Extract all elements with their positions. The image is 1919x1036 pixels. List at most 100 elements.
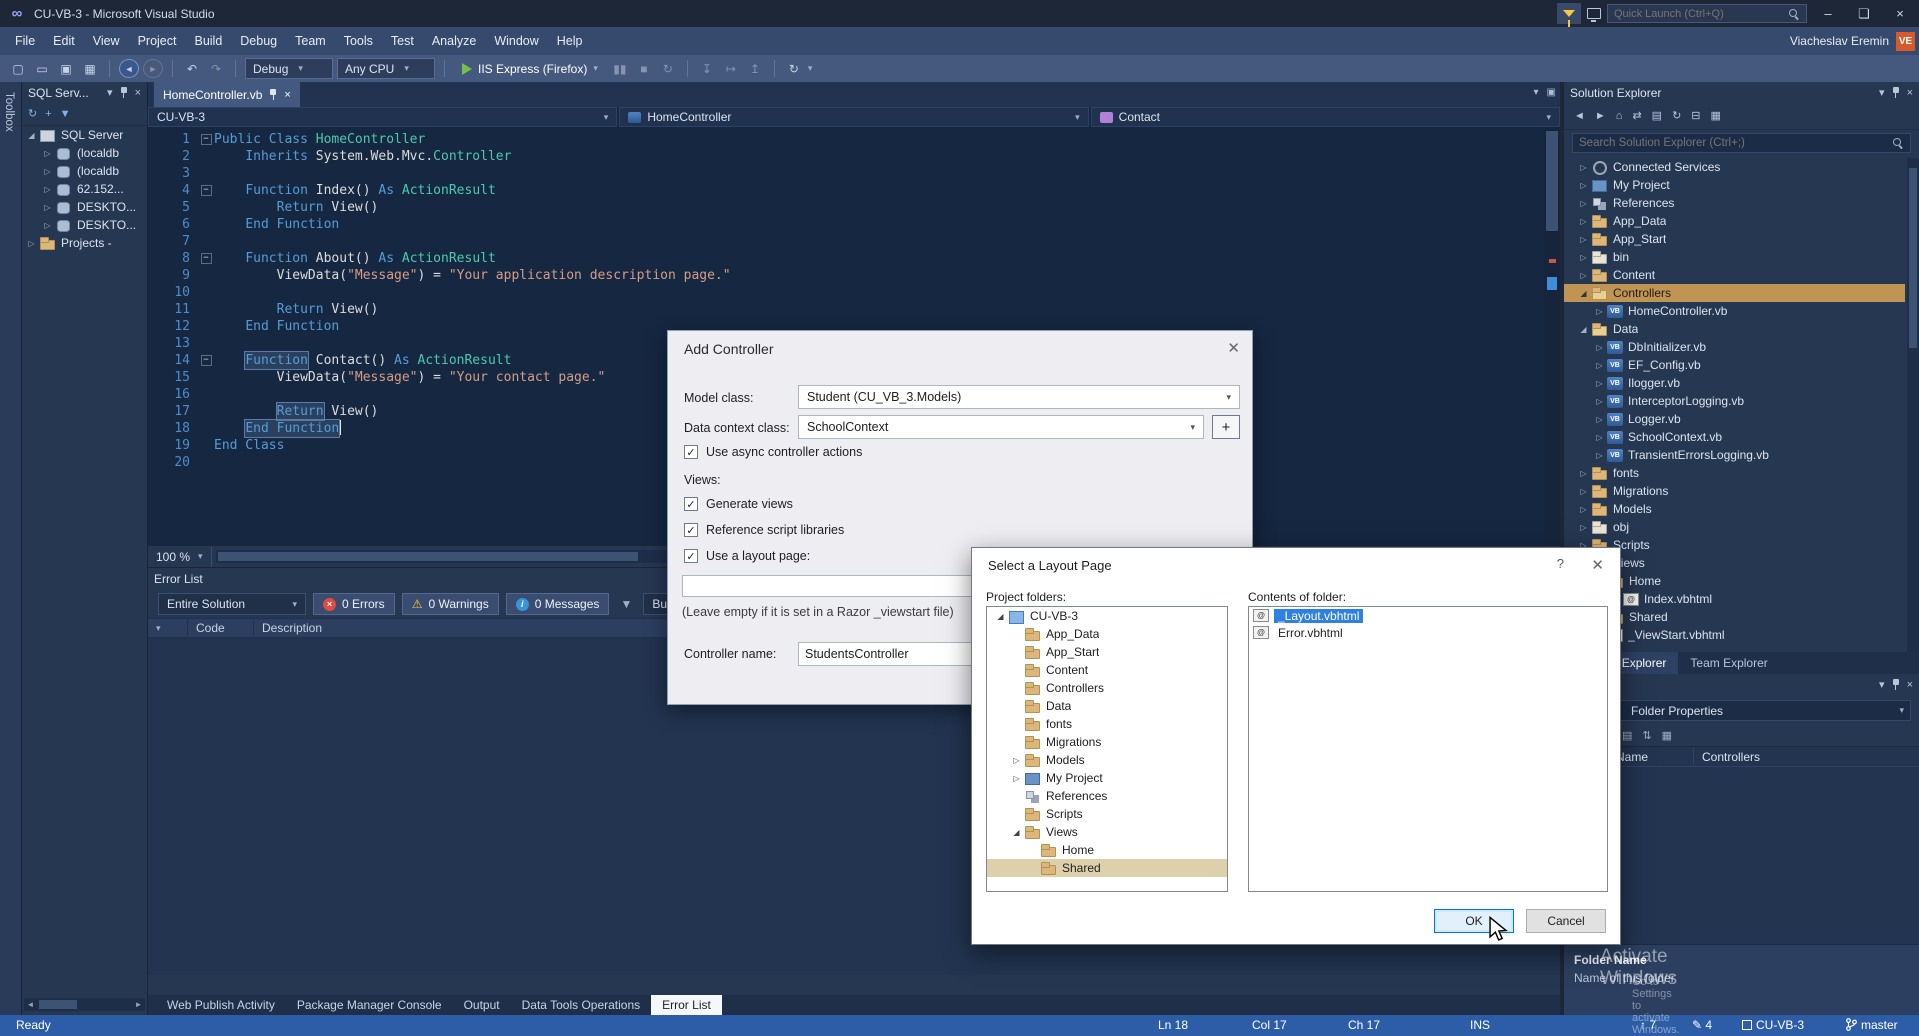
restore-button[interactable]: ❏ — [1849, 0, 1879, 27]
chevron-down-icon[interactable]: ▾ — [1879, 87, 1885, 99]
expander-icon[interactable]: ▷ — [1592, 415, 1607, 424]
filter-icon[interactable]: ▼ — [60, 109, 71, 120]
add-data-context-button[interactable]: + — [1212, 415, 1240, 439]
solution-platforms-dropdown[interactable]: Any CPU ▾ — [337, 58, 435, 79]
close-icon[interactable]: ✕ — [1227, 339, 1240, 357]
navigate-forward-icon[interactable]: ► — [143, 59, 163, 78]
folder-item-content[interactable]: Content — [987, 661, 1227, 679]
folder-item-app-start[interactable]: App_Start — [987, 643, 1227, 661]
solution-item-migrations[interactable]: ▷ Migrations — [1564, 482, 1905, 500]
expander-icon[interactable]: ◢ — [993, 612, 1008, 621]
expander-icon[interactable]: ▷ — [1592, 343, 1607, 352]
close-button[interactable]: × — [1885, 0, 1915, 27]
pending-changes-icon[interactable]: ▤ — [1652, 111, 1662, 122]
categorized-icon[interactable]: ▤ — [1622, 729, 1632, 742]
folder-item-cu-vb-3[interactable]: ◢ CU-VB-3 — [987, 607, 1227, 625]
close-icon[interactable]: × — [1907, 679, 1913, 691]
expander-icon[interactable]: ▷ — [1009, 774, 1024, 783]
folder-item-fonts[interactable]: fonts — [987, 715, 1227, 733]
chevron-down-icon[interactable]: ▾ — [1879, 679, 1885, 691]
alphabetical-icon[interactable]: ⇅ — [1642, 729, 1651, 742]
home-icon[interactable]: ⌂ — [1616, 111, 1623, 122]
expander-icon[interactable]: ▷ — [1009, 756, 1024, 765]
folder-item-home[interactable]: Home — [987, 841, 1227, 859]
refresh-icon[interactable]: ↻ — [1672, 111, 1681, 122]
folder-item-controllers[interactable]: Controllers — [987, 679, 1227, 697]
active-files-dropdown-icon[interactable]: ▾ — [1534, 87, 1539, 98]
solution-item-schoolcontext-vb[interactable]: ▷ VB SchoolContext.vb — [1564, 428, 1905, 446]
generate-views-checkbox[interactable]: Generate views — [684, 497, 793, 511]
sql-horizontal-scrollbar[interactable]: ◄ ► — [24, 998, 145, 1011]
git-changes-button[interactable]: ✎ 4 — [1692, 1015, 1712, 1036]
folder-item-my-project[interactable]: ▷ My Project — [987, 769, 1227, 787]
folder-item-references[interactable]: References — [987, 787, 1227, 805]
solution-item-dbinitializer-vb[interactable]: ▷ VB DbInitializer.vb — [1564, 338, 1905, 356]
bottom-tab-output[interactable]: Output — [453, 995, 511, 1015]
expander-icon[interactable]: ▷ — [1576, 217, 1591, 226]
switch-views-icon[interactable]: ⇄ — [1632, 111, 1641, 122]
bottom-tab-web-publish-activity[interactable]: Web Publish Activity — [156, 995, 286, 1015]
model-class-dropdown[interactable]: Student (CU_VB_3.Models) ▾ — [798, 385, 1240, 409]
feedback-filter-button[interactable] — [1557, 3, 1581, 27]
navigate-back-icon[interactable]: ◄ — [119, 59, 139, 78]
solution-item-obj[interactable]: ▷ obj — [1564, 518, 1905, 536]
help-icon[interactable]: ? — [1557, 556, 1564, 571]
solution-explorer-scrollbar[interactable] — [1907, 158, 1919, 652]
expander-icon[interactable]: ▷ — [1576, 523, 1591, 532]
menu-window[interactable]: Window — [485, 27, 547, 55]
solution-item-models[interactable]: ▷ Models — [1564, 500, 1905, 518]
bottom-tab-package-manager-console[interactable]: Package Manager Console — [286, 995, 453, 1015]
sql-item-projects[interactable]: ▷ Projects - — [22, 234, 147, 252]
property-value[interactable]: Controllers — [1694, 750, 1760, 764]
solution-item-interceptorlogging-vb[interactable]: ▷ VB InterceptorLogging.vb — [1564, 392, 1905, 410]
sql-item-localdb[interactable]: ▷ (localdb — [22, 144, 147, 162]
restart-icon[interactable]: ↻ — [658, 59, 678, 79]
close-icon[interactable]: × — [284, 89, 290, 101]
member-dropdown[interactable]: Contact ▾ — [1090, 107, 1560, 127]
window-list-icon[interactable]: ▣ — [1547, 87, 1556, 98]
reference-scripts-checkbox[interactable]: Reference script libraries — [684, 523, 844, 537]
expander-icon[interactable]: ◢ — [1576, 325, 1591, 334]
start-debugging-button[interactable]: IIS Express (Firefox) ▾ — [454, 58, 606, 79]
expander-icon[interactable]: ▷ — [40, 167, 55, 176]
redo-icon[interactable]: ↷ — [206, 59, 226, 79]
fold-collapse-icon[interactable]: − — [200, 185, 212, 196]
use-async-checkbox[interactable]: Use async controller actions — [684, 445, 862, 459]
solution-item-connected-services[interactable]: ▷ Connected Services — [1564, 158, 1905, 176]
expander-icon[interactable]: ▷ — [1592, 433, 1607, 442]
data-context-dropdown[interactable]: SchoolContext ▾ — [798, 415, 1204, 439]
solution-item-bin[interactable]: ▷ bin — [1564, 248, 1905, 266]
back-icon[interactable]: ◄ — [1574, 111, 1585, 122]
quick-launch-box[interactable] — [1607, 4, 1807, 23]
expander-icon[interactable]: ▷ — [1576, 469, 1591, 478]
properties-icon[interactable]: ▦ — [1711, 111, 1721, 122]
solution-item-fonts[interactable]: ▷ fonts — [1564, 464, 1905, 482]
sql-item-sql-server[interactable]: ◢ SQL Server — [22, 126, 147, 144]
scroll-thumb[interactable] — [1909, 168, 1917, 348]
expander-icon[interactable]: ▷ — [1576, 181, 1591, 190]
solution-item-ilogger-vb[interactable]: ▷ VB Ilogger.vb — [1564, 374, 1905, 392]
scroll-left-icon[interactable]: ◄ — [24, 1000, 37, 1009]
bottom-tab-data-tools-operations[interactable]: Data Tools Operations — [511, 995, 652, 1015]
folder-item-scripts[interactable]: Scripts — [987, 805, 1227, 823]
menu-edit[interactable]: Edit — [44, 27, 84, 55]
solution-item-data[interactable]: ◢ Data — [1564, 320, 1905, 338]
editor-vertical-scrollbar[interactable] — [1544, 127, 1560, 545]
expander-icon[interactable]: ◢ — [24, 131, 39, 140]
quick-launch-input[interactable] — [1614, 7, 1782, 20]
expander-icon[interactable]: ▷ — [24, 239, 39, 248]
folder-item-shared[interactable]: Shared — [987, 859, 1227, 877]
type-dropdown[interactable]: HomeController ▾ — [619, 107, 1089, 127]
expander-icon[interactable]: ▷ — [1576, 199, 1591, 208]
messages-filter-button[interactable]: i 0 Messages — [505, 593, 610, 615]
browser-link-dropdown-icon[interactable]: ▾ — [808, 63, 813, 74]
expander-icon[interactable]: ▷ — [1576, 163, 1591, 172]
menu-analyze[interactable]: Analyze — [423, 27, 485, 55]
git-repository-button[interactable]: CU-VB-3 — [1742, 1015, 1804, 1036]
expander-icon[interactable]: ▷ — [40, 185, 55, 194]
new-file-icon[interactable]: ▢ — [8, 59, 28, 79]
expander-icon[interactable]: ◢ — [1576, 289, 1591, 298]
undo-icon[interactable]: ↶ — [182, 59, 202, 79]
expander-icon[interactable]: ▷ — [40, 149, 55, 158]
save-icon[interactable]: ▣ — [56, 59, 76, 79]
